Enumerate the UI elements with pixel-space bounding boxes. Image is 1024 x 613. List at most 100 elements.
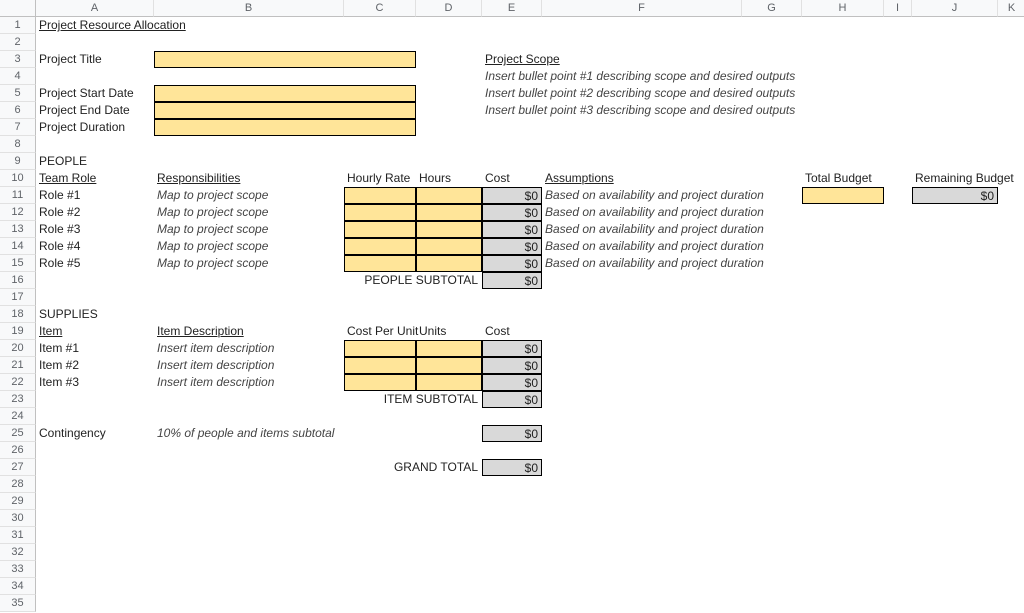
people-role-3[interactable]: Role #4 [36,238,154,255]
col-header-B[interactable]: B [154,0,344,17]
row-header-33[interactable]: 33 [0,561,36,578]
scope-bullet-2[interactable]: Insert bullet point #2 describing scope … [482,85,542,102]
row-header-7[interactable]: 7 [0,119,36,136]
row-header-5[interactable]: 5 [0,85,36,102]
people-resp-2[interactable]: Map to project scope [154,221,344,238]
hdr-hours[interactable]: Hours [416,170,482,187]
row-header-29[interactable]: 29 [0,493,36,510]
people-resp-3[interactable]: Map to project scope [154,238,344,255]
supply-desc-2[interactable]: Insert item description [154,374,344,391]
row-header-26[interactable]: 26 [0,442,36,459]
people-cost-0[interactable]: $0 [482,187,542,204]
people-rate-2[interactable] [344,221,416,238]
row-header-8[interactable]: 8 [0,136,36,153]
value-people-subtotal[interactable]: $0 [482,272,542,289]
col-header-D[interactable]: D [416,0,482,17]
hdr-hourly-rate[interactable]: Hourly Rate [344,170,416,187]
row-header-12[interactable]: 12 [0,204,36,221]
people-resp-0[interactable]: Map to project scope [154,187,344,204]
hdr-item-description[interactable]: Item Description [154,323,344,340]
row-header-28[interactable]: 28 [0,476,36,493]
people-rate-1[interactable] [344,204,416,221]
input-project-title[interactable] [154,51,416,68]
people-resp-4[interactable]: Map to project scope [154,255,344,272]
hdr-cost-2[interactable]: Cost [482,323,542,340]
supply-units-0[interactable] [416,340,482,357]
hdr-total-budget[interactable]: Total Budget [802,170,884,187]
label-contingency[interactable]: Contingency [36,425,154,442]
label-people-subtotal[interactable]: PEOPLE SUBTOTAL [344,272,482,289]
supply-cost-0[interactable]: $0 [482,340,542,357]
scope-bullet-3[interactable]: Insert bullet point #3 describing scope … [482,102,542,119]
row-header-13[interactable]: 13 [0,221,36,238]
row-header-24[interactable]: 24 [0,408,36,425]
row-header-2[interactable]: 2 [0,34,36,51]
row-header-25[interactable]: 25 [0,425,36,442]
col-header-K[interactable]: K [998,0,1024,17]
label-project-start[interactable]: Project Start Date [36,85,154,102]
label-grand-total[interactable]: GRAND TOTAL [344,459,482,476]
value-remaining-budget[interactable]: $0 [912,187,998,204]
supply-units-2[interactable] [416,374,482,391]
people-hours-3[interactable] [416,238,482,255]
contingency-desc[interactable]: 10% of people and items subtotal [154,425,344,442]
row-header-3[interactable]: 3 [0,51,36,68]
people-cost-2[interactable]: $0 [482,221,542,238]
col-header-G[interactable]: G [742,0,802,17]
supply-desc-1[interactable]: Insert item description [154,357,344,374]
row-header-31[interactable]: 31 [0,527,36,544]
supply-cost-2[interactable]: $0 [482,374,542,391]
row-header-20[interactable]: 20 [0,340,36,357]
row-header-1[interactable]: 1 [0,17,36,34]
section-supplies[interactable]: SUPPLIES [36,306,154,323]
supply-cpu-0[interactable] [344,340,416,357]
row-header-23[interactable]: 23 [0,391,36,408]
col-header-H[interactable]: H [802,0,884,17]
hdr-units[interactable]: Units [416,323,482,340]
people-rate-4[interactable] [344,255,416,272]
row-header-14[interactable]: 14 [0,238,36,255]
people-hours-0[interactable] [416,187,482,204]
scope-bullet-1[interactable]: Insert bullet point #1 describing scope … [482,68,542,85]
supply-desc-0[interactable]: Insert item description [154,340,344,357]
people-assump-1[interactable]: Based on availability and project durati… [542,204,742,221]
supply-cpu-2[interactable] [344,374,416,391]
col-header-I[interactable]: I [884,0,912,17]
row-header-15[interactable]: 15 [0,255,36,272]
corner[interactable] [0,0,36,17]
col-header-F[interactable]: F [542,0,742,17]
label-project-end[interactable]: Project End Date [36,102,154,119]
people-cost-4[interactable]: $0 [482,255,542,272]
supply-item-1[interactable]: Item #2 [36,357,154,374]
label-item-subtotal[interactable]: ITEM SUBTOTAL [344,391,482,408]
supply-cost-1[interactable]: $0 [482,357,542,374]
row-header-17[interactable]: 17 [0,289,36,306]
people-rate-0[interactable] [344,187,416,204]
row-header-22[interactable]: 22 [0,374,36,391]
row-header-11[interactable]: 11 [0,187,36,204]
people-assump-0[interactable]: Based on availability and project durati… [542,187,742,204]
people-role-4[interactable]: Role #5 [36,255,154,272]
input-project-start[interactable] [154,85,416,102]
people-cost-1[interactable]: $0 [482,204,542,221]
row-header-9[interactable]: 9 [0,153,36,170]
row-header-27[interactable]: 27 [0,459,36,476]
people-role-0[interactable]: Role #1 [36,187,154,204]
row-header-10[interactable]: 10 [0,170,36,187]
title[interactable]: Project Resource Allocation [36,17,154,34]
supply-item-0[interactable]: Item #1 [36,340,154,357]
row-header-21[interactable]: 21 [0,357,36,374]
label-project-title[interactable]: Project Title [36,51,154,68]
input-project-end[interactable] [154,102,416,119]
people-rate-3[interactable] [344,238,416,255]
value-grand-total[interactable]: $0 [482,459,542,476]
value-item-subtotal[interactable]: $0 [482,391,542,408]
section-people[interactable]: PEOPLE [36,153,154,170]
people-hours-1[interactable] [416,204,482,221]
row-header-18[interactable]: 18 [0,306,36,323]
hdr-responsibilities[interactable]: Responsibilities [154,170,344,187]
hdr-item[interactable]: Item [36,323,154,340]
row-header-30[interactable]: 30 [0,510,36,527]
supply-item-2[interactable]: Item #3 [36,374,154,391]
people-role-1[interactable]: Role #2 [36,204,154,221]
